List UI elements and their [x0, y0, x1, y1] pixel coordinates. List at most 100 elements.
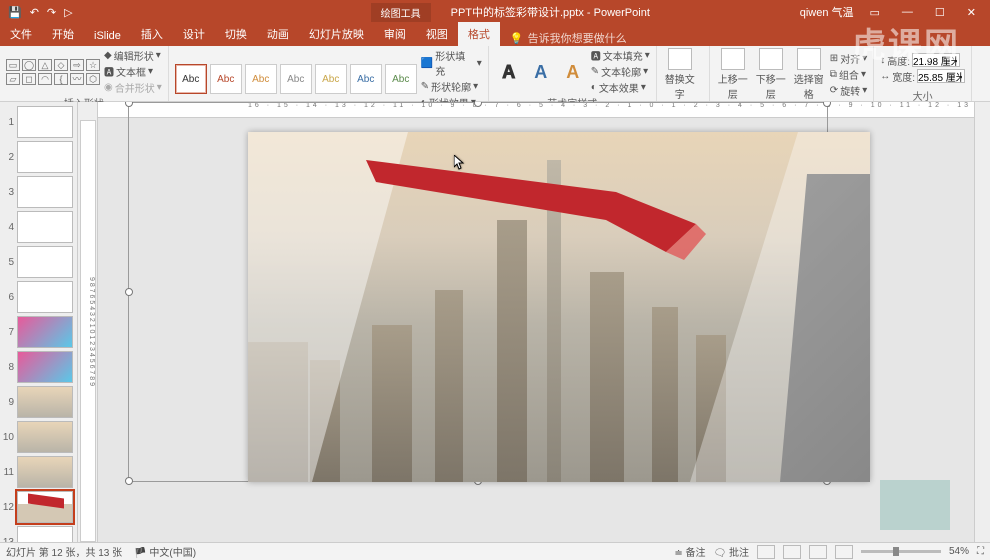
thumbnail-5[interactable]: 5: [2, 246, 75, 278]
group-wordart-styles: A A A 🅰 文本填充 ▾ ✎ 文本轮廓 ▾ ◐ 文本效果 ▾ 艺术字样式: [489, 46, 657, 101]
group-insert-shapes: ▭◯△◇⇨☆ ▱◻◠{〰⬡ ◆ 编辑形状 ▾ 🅰 文本框 ▾ ◉ 合并形状 ▾ …: [0, 46, 169, 101]
canvas[interactable]: 16 · 15 · 14 · 13 · 12 · 11 · 10 · 9 · 8…: [98, 102, 974, 542]
sorter-view-button[interactable]: [783, 545, 801, 559]
text-effects-button[interactable]: ◐ 文本效果 ▾: [591, 80, 650, 95]
thumbnail-8[interactable]: 8: [2, 351, 75, 383]
wordart-swatch[interactable]: A: [559, 58, 587, 86]
document-title: PPT中的标签彩带设计.pptx - PowerPoint: [451, 4, 650, 20]
maximize-icon[interactable]: ☐: [929, 6, 951, 19]
zoom-slider[interactable]: [861, 550, 941, 553]
width-input[interactable]: [917, 69, 965, 83]
group-label: 大小: [880, 88, 965, 100]
tell-me-label: 告诉我你想要做什么: [528, 30, 627, 46]
normal-view-button[interactable]: [757, 545, 775, 559]
ribbon-options-icon[interactable]: ▭: [864, 6, 886, 19]
thumbnail-12[interactable]: 12: [2, 491, 75, 523]
reading-view-button[interactable]: [809, 545, 827, 559]
group-accessibility: 替换文字 辅助功能: [657, 46, 710, 101]
save-icon[interactable]: 💾: [8, 6, 22, 19]
comments-button[interactable]: 🗨 批注: [714, 544, 749, 559]
vertical-ruler-column: 9 8 7 6 5 4 3 2 1 0 1 2 3 4 5 6 7 8 9: [78, 102, 98, 542]
tab-view[interactable]: 视图: [416, 22, 458, 46]
style-swatch[interactable]: Abc: [175, 64, 207, 94]
tab-transitions[interactable]: 切换: [215, 22, 257, 46]
align-button[interactable]: ⊞ 对齐 ▾: [830, 51, 867, 66]
wordart-swatch[interactable]: A: [527, 58, 555, 86]
tab-insert[interactable]: 插入: [131, 22, 173, 46]
style-swatch[interactable]: Abc: [210, 64, 242, 94]
workspace: 12345678910111213 9 8 7 6 5 4 3 2 1 0 1 …: [0, 102, 990, 542]
tab-islide[interactable]: iSlide: [84, 26, 131, 46]
shape-fill-button[interactable]: 🟦 形状填充 ▾: [421, 48, 482, 78]
thumbnail-4[interactable]: 4: [2, 211, 75, 243]
shape-outline-button[interactable]: ✎ 形状轮廓 ▾: [421, 79, 482, 94]
resize-handle[interactable]: [125, 477, 133, 485]
text-fill-button[interactable]: 🅰 文本填充 ▾: [591, 48, 650, 63]
height-input[interactable]: [912, 53, 960, 67]
tab-animations[interactable]: 动画: [257, 22, 299, 46]
height-field[interactable]: ↕ 高度:: [880, 53, 965, 68]
resize-handle[interactable]: [125, 102, 133, 107]
edit-shape-button[interactable]: ◆ 编辑形状 ▾: [104, 48, 162, 63]
thumbnail-9[interactable]: 9: [2, 386, 75, 418]
thumbnail-2[interactable]: 2: [2, 141, 75, 173]
rotate-button[interactable]: ⟳ 旋转 ▾: [830, 83, 867, 98]
tell-me[interactable]: 💡 告诉我你想要做什么: [510, 30, 627, 46]
notes-button[interactable]: ≐ 备注: [674, 544, 705, 559]
wordart-gallery[interactable]: A A A: [495, 58, 587, 86]
thumbnail-13[interactable]: 13: [2, 526, 75, 542]
style-swatch[interactable]: Abc: [350, 64, 382, 94]
close-icon[interactable]: ✕: [961, 6, 982, 19]
redo-icon[interactable]: ↷: [47, 6, 56, 19]
thumbnail-6[interactable]: 6: [2, 281, 75, 313]
ribbon-shape[interactable]: [366, 152, 726, 262]
tab-review[interactable]: 审阅: [374, 22, 416, 46]
fit-to-window-button[interactable]: ⛶: [977, 546, 984, 557]
language-indicator[interactable]: 🏴 中文(中国): [134, 544, 196, 559]
quick-access-toolbar: 💾 ↶ ↷ ▷: [0, 6, 81, 19]
group-size: ↕ 高度: ↔ 宽度: 大小: [874, 46, 972, 101]
thumbnail-11[interactable]: 11: [2, 456, 75, 488]
tab-home[interactable]: 开始: [42, 22, 84, 46]
resize-handle[interactable]: [125, 288, 133, 296]
thumbnail-7[interactable]: 7: [2, 316, 75, 348]
tab-format[interactable]: 格式: [458, 22, 500, 46]
alt-text-button[interactable]: 替换文字: [663, 48, 697, 101]
merge-shapes-button[interactable]: ◉ 合并形状 ▾: [104, 80, 162, 95]
style-swatch[interactable]: Abc: [385, 64, 417, 94]
tab-file[interactable]: 文件: [0, 22, 42, 46]
thumbnail-1[interactable]: 1: [2, 106, 75, 138]
slide-thumbnails[interactable]: 12345678910111213: [0, 102, 78, 542]
selection-pane-button[interactable]: 选择窗格: [792, 48, 826, 101]
zoom-percent[interactable]: 54%: [949, 546, 969, 557]
tab-slideshow[interactable]: 幻灯片放映: [299, 22, 374, 46]
vertical-scrollbar[interactable]: [974, 102, 990, 542]
text-outline-button[interactable]: ✎ 文本轮廓 ▾: [591, 64, 650, 79]
style-swatch[interactable]: Abc: [280, 64, 312, 94]
style-swatch[interactable]: Abc: [315, 64, 347, 94]
title-bar: 💾 ↶ ↷ ▷ 绘图工具 PPT中的标签彩带设计.pptx - PowerPoi…: [0, 0, 990, 24]
bring-forward-button[interactable]: 上移一层: [716, 48, 750, 101]
tab-design[interactable]: 设计: [173, 22, 215, 46]
lightbulb-icon: 💡: [510, 32, 524, 45]
width-field[interactable]: ↔ 宽度:: [880, 69, 965, 84]
user-name[interactable]: qiwen 气温: [800, 4, 854, 20]
style-swatch[interactable]: Abc: [245, 64, 277, 94]
shape-gallery[interactable]: ▭◯△◇⇨☆ ▱◻◠{〰⬡: [6, 59, 100, 85]
group-button[interactable]: ⧉ 组合 ▾: [830, 67, 867, 82]
slide[interactable]: [248, 132, 870, 482]
wordart-swatch[interactable]: A: [495, 58, 523, 86]
thumbnail-10[interactable]: 10: [2, 421, 75, 453]
slide-indicator[interactable]: 幻灯片 第 12 张，共 13 张: [6, 544, 122, 559]
resize-handle[interactable]: [474, 102, 482, 107]
thumbnail-3[interactable]: 3: [2, 176, 75, 208]
alt-text-icon: [668, 48, 692, 70]
shape-style-gallery[interactable]: Abc Abc Abc Abc Abc Abc Abc: [175, 64, 417, 94]
start-slideshow-icon[interactable]: ▷: [64, 6, 72, 19]
contextual-tab-label: 绘图工具: [371, 3, 431, 22]
send-backward-button[interactable]: 下移一层: [754, 48, 788, 101]
slideshow-view-button[interactable]: [835, 545, 853, 559]
undo-icon[interactable]: ↶: [30, 6, 39, 19]
minimize-icon[interactable]: —: [896, 6, 919, 18]
text-box-button[interactable]: 🅰 文本框 ▾: [104, 64, 162, 79]
